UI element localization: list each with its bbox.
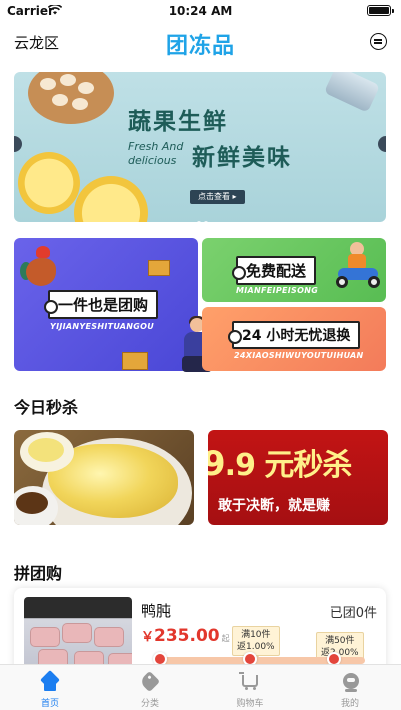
banner-en-line1: Fresh And xyxy=(128,140,184,153)
drone-box-icon xyxy=(148,260,170,276)
banner-view-button[interactable]: 点击查看 ▸ xyxy=(190,190,245,204)
app-root: Carrier 10:24 AM 云龙区 团冻品 蔬果生鲜 Fresh And … xyxy=(0,0,401,710)
battery-icon xyxy=(367,5,394,16)
tag-icon xyxy=(138,670,161,693)
flash-sale-promo-slogan: 敢于决断，就是赚 xyxy=(218,498,330,514)
app-logo: 团冻品 xyxy=(165,34,235,59)
home-icon xyxy=(39,673,61,693)
egg-image xyxy=(78,82,94,94)
flash-sale-item-promo[interactable]: 9.9 元秒杀 敢于决断，就是赚 xyxy=(208,430,388,525)
flash-sale-promo-headline: 9.9 元秒杀 xyxy=(208,440,353,484)
promo-group-buy-label: 一件也是团购 xyxy=(43,290,159,319)
promo-free-delivery-label: 免费配送 xyxy=(231,256,317,285)
egg-image xyxy=(72,98,88,110)
price-unit: 起 xyxy=(221,634,230,643)
product-joined-count: 已团0件 xyxy=(329,606,377,621)
hero-banner[interactable]: 蔬果生鲜 Fresh And delicious 新鲜美味 点击查看 ▸ xyxy=(14,72,386,222)
price-amount: 235.00 xyxy=(154,626,220,646)
tab-profile-label: 我的 xyxy=(340,699,359,709)
tier-1-line2: 返1.00% xyxy=(237,642,275,652)
flash-sale-title: 今日秒杀 xyxy=(14,398,79,417)
product-name: 鸭肫 xyxy=(141,602,172,620)
tier-badge-1: 满10件 返1.00% xyxy=(232,626,280,660)
banner-en-line2: delicious xyxy=(128,154,177,167)
promo-free-delivery-tile[interactable]: 免费配送 MIANFEIPEISONG xyxy=(202,238,386,302)
promo-refund-tile[interactable]: 24 小时无忧退换 24XIAOSHIWUYOUTUIHUAN xyxy=(202,307,386,371)
scooter-rider-icon xyxy=(336,242,380,290)
clock: 10:24 AM xyxy=(168,4,233,18)
promo-group-buy-tile[interactable]: 一件也是团购 YIJIANYESHITUANGOU xyxy=(14,238,198,371)
bottom-tab-bar: 首页 分类 购物车 我的 xyxy=(0,664,401,710)
group-buy-title: 拼团购 xyxy=(14,564,63,583)
tier-1-line1: 满10件 xyxy=(241,630,271,640)
flash-sale-item-chicken[interactable] xyxy=(14,430,194,525)
tab-cart[interactable]: 购物车 xyxy=(200,669,300,710)
flash-sale-promo-prefix: 9 xyxy=(208,444,226,484)
banner-prev-arrow[interactable] xyxy=(14,136,22,152)
promo-refund-label: 24 小时无忧退换 xyxy=(227,321,361,349)
tab-home-label: 首页 xyxy=(40,699,59,709)
egg-image xyxy=(40,78,56,90)
price-currency: ￥ xyxy=(141,630,155,645)
fish-image xyxy=(323,72,381,113)
tier-2-line1: 满50件 xyxy=(325,636,355,646)
banner-page-dots xyxy=(197,210,217,222)
chat-bubble-icon[interactable] xyxy=(370,33,387,50)
rooster-icon xyxy=(20,244,60,290)
tab-profile[interactable]: 我的 xyxy=(300,669,400,710)
egg-image xyxy=(52,94,68,106)
promo-refund-pinyin: 24XIAOSHIWUYOUTUIHUAN xyxy=(234,351,364,360)
flash-sale-promo-text: .9 元秒杀 xyxy=(224,448,353,483)
cart-icon xyxy=(239,672,261,693)
lemon-image xyxy=(18,152,80,214)
user-icon xyxy=(339,673,361,693)
parcel-icon xyxy=(122,352,148,370)
promo-free-delivery-pinyin: MIANFEIPEISONG xyxy=(236,286,319,295)
egg-image xyxy=(60,74,76,86)
product-price: ￥235.00 起 xyxy=(141,626,230,646)
status-bar: Carrier 10:24 AM xyxy=(0,0,401,22)
tab-cart-label: 购物车 xyxy=(236,699,264,709)
tab-category-label: 分类 xyxy=(140,699,159,709)
tab-category[interactable]: 分类 xyxy=(100,669,200,710)
tab-home[interactable]: 首页 xyxy=(0,669,100,710)
banner-title-line2: 新鲜美味 xyxy=(192,145,292,171)
banner-next-arrow[interactable] xyxy=(378,136,386,152)
lemon-image xyxy=(74,176,148,222)
promo-group-buy-pinyin: YIJIANYESHITUANGOU xyxy=(50,322,155,331)
banner-title-line1: 蔬果生鲜 xyxy=(128,109,228,135)
